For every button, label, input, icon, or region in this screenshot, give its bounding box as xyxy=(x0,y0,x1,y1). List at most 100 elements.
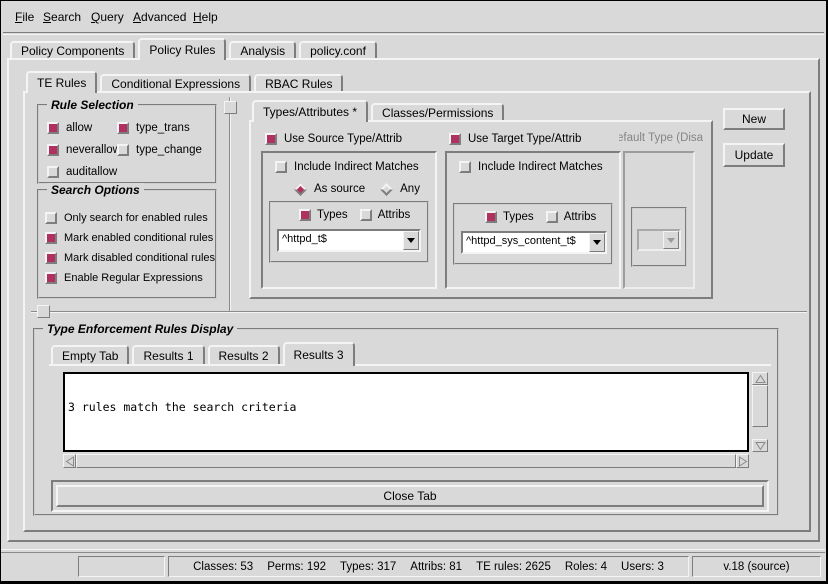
stat-types: Types: 317 xyxy=(340,561,396,573)
scroll-trough[interactable] xyxy=(752,427,768,439)
results-text-area[interactable]: 3 rules match the search criteria (5822)… xyxy=(63,372,749,452)
tab-te-rules[interactable]: TE Rules xyxy=(26,71,97,93)
tab-results-1[interactable]: Results 1 xyxy=(132,345,204,364)
scroll-up-icon xyxy=(755,374,766,384)
tab-results-2[interactable]: Results 2 xyxy=(208,345,280,364)
scroll-down-button[interactable] xyxy=(752,439,768,452)
menu-query[interactable]: Query xyxy=(87,4,128,30)
results-horizontal-scrollbar[interactable] xyxy=(63,454,749,468)
allow-checkbox[interactable]: allow xyxy=(47,120,92,136)
tab-types-attributes[interactable]: Types/Attributes * xyxy=(252,100,368,122)
as-source-radio[interactable]: As source xyxy=(293,183,365,195)
default-type-label: efault Type (Disa xyxy=(619,132,711,147)
vertical-scroll-thumb[interactable] xyxy=(752,385,768,427)
new-button[interactable]: New xyxy=(723,108,785,130)
tab-classes-permissions[interactable]: Classes/Permissions xyxy=(371,103,504,120)
checkbox-indicator xyxy=(299,209,311,221)
target-type-combobox[interactable]: ^httpd_sys_content_t$ xyxy=(461,231,607,254)
close-tab-button[interactable]: Close Tab xyxy=(56,485,764,507)
target-indirect-checkbox[interactable]: Include Indirect Matches xyxy=(459,159,603,175)
menu-search[interactable]: Search xyxy=(39,4,85,30)
target-types-checkbox[interactable]: Types xyxy=(485,211,534,223)
checkbox-indicator xyxy=(449,133,461,145)
tab-policy-conf[interactable]: policy.conf xyxy=(299,41,377,58)
checkbox-indicator xyxy=(117,122,129,134)
blank-line xyxy=(68,440,744,452)
checkbox-indicator xyxy=(45,272,57,284)
stat-users: Users: 3 xyxy=(621,561,664,573)
type-change-checkbox[interactable]: type_change xyxy=(117,142,202,158)
checkbox-indicator xyxy=(485,211,497,223)
status-separator xyxy=(1,549,825,553)
source-types-checkbox[interactable]: Types xyxy=(299,209,348,221)
tab-conditional-expressions[interactable]: Conditional Expressions xyxy=(100,74,251,91)
menu-help[interactable]: Help xyxy=(189,4,222,30)
close-tab-frame: Close Tab xyxy=(51,480,769,512)
status-cell-version: v.18 (source) xyxy=(692,556,821,577)
menu-file[interactable]: File xyxy=(11,4,38,30)
main-tab-bar: Policy Components Policy Rules Analysis … xyxy=(10,38,380,60)
radio-indicator xyxy=(380,183,393,196)
vertical-sash-handle[interactable] xyxy=(224,101,237,114)
checkbox-indicator xyxy=(47,144,59,156)
source-attribs-checkbox[interactable]: Attribs xyxy=(360,209,411,221)
source-indirect-checkbox[interactable]: Include Indirect Matches xyxy=(275,159,419,175)
checkbox-indicator xyxy=(45,252,57,264)
checkbox-indicator xyxy=(265,133,277,145)
target-attribs-checkbox[interactable]: Attribs xyxy=(546,211,597,223)
dropdown-arrow-button[interactable] xyxy=(589,233,605,252)
enabled-rules-checkbox[interactable]: Only search for enabled rules xyxy=(45,210,208,226)
tab-analysis[interactable]: Analysis xyxy=(229,41,296,58)
use-source-checkbox[interactable]: Use Source Type/Attrib xyxy=(265,131,402,147)
regex-checkbox[interactable]: Enable Regular Expressions xyxy=(45,270,203,286)
tab-policy-components[interactable]: Policy Components xyxy=(10,41,135,58)
scroll-right-button[interactable] xyxy=(736,454,749,468)
source-type-combobox[interactable]: ^httpd_t$ xyxy=(277,229,421,252)
results-summary: 3 rules match the search criteria xyxy=(68,401,744,414)
tab-policy-rules[interactable]: Policy Rules xyxy=(138,38,226,60)
results-vertical-scrollbar[interactable] xyxy=(752,372,768,452)
checkbox-indicator xyxy=(117,144,129,156)
target-types-row: Types Attribs xyxy=(485,209,596,225)
checkbox-indicator xyxy=(47,166,59,178)
source-types-row: Types Attribs xyxy=(299,207,410,223)
status-cell-empty xyxy=(78,556,165,577)
radio-indicator xyxy=(294,183,307,196)
tab-results-3[interactable]: Results 3 xyxy=(283,342,355,366)
checkbox-indicator xyxy=(546,211,558,223)
update-button[interactable]: Update xyxy=(723,143,785,167)
source-radio-row: As source Any xyxy=(293,181,420,197)
checkbox-indicator xyxy=(360,209,372,221)
tab-rbac-rules[interactable]: RBAC Rules xyxy=(254,74,343,91)
search-options-title: Search Options xyxy=(47,183,144,197)
scroll-down-icon xyxy=(755,441,766,451)
any-radio[interactable]: Any xyxy=(379,183,420,195)
horizontal-sash-handle[interactable] xyxy=(37,305,50,318)
horizontal-scroll-thumb[interactable] xyxy=(76,454,736,468)
rule-selection-title: Rule Selection xyxy=(47,98,138,112)
stat-perms: Perms: 192 xyxy=(267,561,326,573)
neverallow-checkbox[interactable]: neverallow xyxy=(47,142,121,158)
stat-te-rules: TE rules: 2625 xyxy=(476,561,551,573)
mark-disabled-checkbox[interactable]: Mark disabled conditional rules xyxy=(45,250,215,266)
results-tab-bar: Empty Tab Results 1 Results 2 Results 3 xyxy=(51,342,358,366)
menu-advanced[interactable]: Advanced xyxy=(129,4,190,30)
dropdown-arrow-icon xyxy=(667,238,675,243)
dropdown-arrow-icon xyxy=(407,238,415,243)
stat-attribs: Attribs: 81 xyxy=(410,561,462,573)
rules-tab-bar: TE Rules Conditional Expressions RBAC Ru… xyxy=(26,71,346,93)
mark-enabled-checkbox[interactable]: Mark enabled conditional rules xyxy=(45,230,213,246)
types-attributes-tab-bar: Types/Attributes * Classes/Permissions xyxy=(252,101,507,122)
stat-classes: Classes: 53 xyxy=(193,561,253,573)
scroll-up-button[interactable] xyxy=(752,372,768,385)
auditallow-checkbox[interactable]: auditallow xyxy=(47,164,117,180)
menu-separator xyxy=(3,32,824,35)
apol-window: File Search Query Advanced Help Policy C… xyxy=(0,0,828,584)
scroll-left-button[interactable] xyxy=(63,454,76,468)
tab-empty-tab[interactable]: Empty Tab xyxy=(51,345,129,364)
dropdown-arrow-button[interactable] xyxy=(403,231,419,250)
use-target-checkbox[interactable]: Use Target Type/Attrib xyxy=(449,131,581,147)
menu-bar: File Search Query Advanced Help xyxy=(3,4,823,30)
results-group-title: Type Enforcement Rules Display xyxy=(43,322,237,336)
type-trans-checkbox[interactable]: type_trans xyxy=(117,120,190,136)
